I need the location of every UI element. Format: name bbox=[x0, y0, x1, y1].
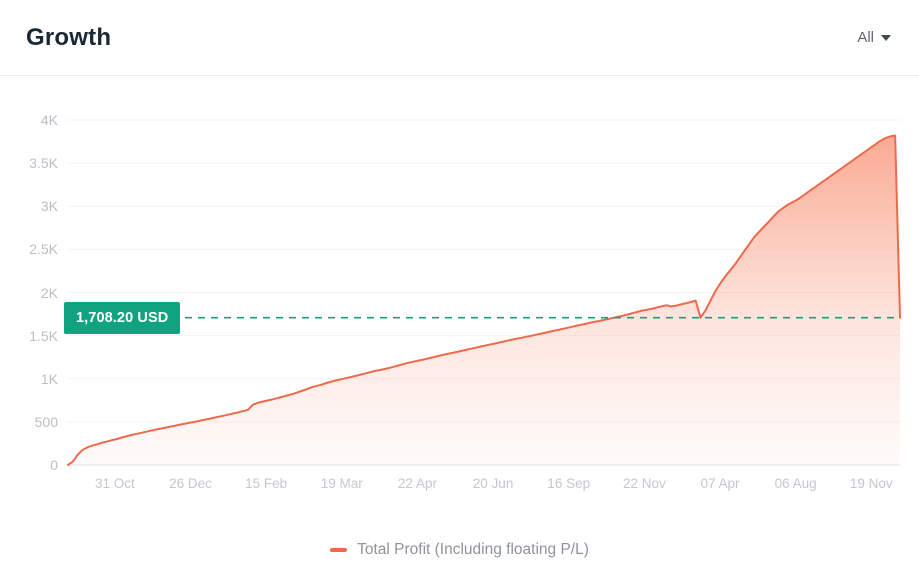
line-dash-icon bbox=[330, 548, 347, 552]
x-axis-tick-label: 19 Mar bbox=[321, 476, 363, 491]
x-axis-tick-label: 22 Nov bbox=[623, 476, 666, 491]
chevron-down-icon bbox=[881, 35, 891, 41]
range-dropdown[interactable]: All bbox=[855, 25, 893, 50]
chart-area[interactable]: 05001K1.5K2K2.5K3K3.5K4K 31 Oct26 Dec15 … bbox=[0, 76, 919, 516]
x-axis-tick-label: 19 Nov bbox=[850, 476, 893, 491]
page-title: Growth bbox=[26, 24, 111, 52]
x-axis-tick-label: 07 Apr bbox=[700, 476, 739, 491]
x-axis-tick-label: 22 Apr bbox=[398, 476, 437, 491]
x-axis-tick-label: 26 Dec bbox=[169, 476, 212, 491]
growth-chart-card: Growth All 05001K1.5K2K2.5K3K3.5K4K 31 O… bbox=[0, 0, 919, 585]
x-axis: 31 Oct 26 Dec 15 Feb 19 Mar 22 Apr 20 Jun 16 S… bbox=[0, 76, 919, 516]
range-dropdown-label: All bbox=[857, 29, 874, 46]
x-axis-tick-label: 06 Aug bbox=[775, 476, 817, 491]
legend-item-total-profit[interactable]: Total Profit (Including floating P/L) bbox=[330, 541, 589, 559]
card-header: Growth All bbox=[0, 0, 919, 76]
x-axis-tick-label: 16 Sep bbox=[547, 476, 590, 491]
legend-item-label: Total Profit (Including floating P/L) bbox=[357, 541, 589, 559]
chart-legend: Total Profit (Including floating P/L) bbox=[0, 520, 919, 580]
x-axis-tick-label: 20 Jun bbox=[473, 476, 514, 491]
threshold-value-badge: 1,708.20 USD bbox=[64, 302, 180, 334]
x-axis-tick-label: 15 Feb bbox=[245, 476, 287, 491]
x-axis-tick-label: 31 Oct bbox=[95, 476, 135, 491]
